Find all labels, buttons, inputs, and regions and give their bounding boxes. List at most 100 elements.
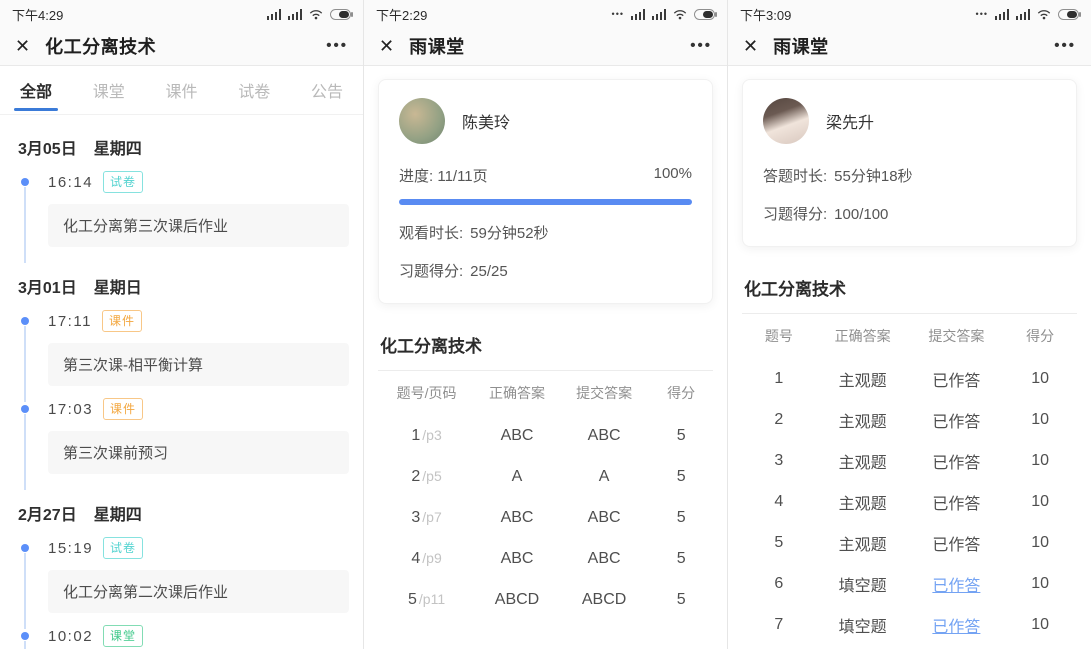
submitted-answer-cell: 已作答 [909,408,1003,432]
close-icon[interactable]: ✕ [15,37,30,55]
answered-link[interactable]: 已作答 [909,613,1003,637]
cellular-signal-icon [995,9,1009,20]
score-cell: 5 [649,427,713,445]
correct-answer-cell: ABCD [475,591,559,609]
page-title: 雨课堂 [773,33,1054,59]
score-cell: 10 [1003,452,1077,470]
student-row: 梁先升 [763,98,1056,144]
timeline-item-card[interactable]: 第三次课前预习 [48,431,349,474]
status-time: 下午3:09 [740,5,791,24]
question-num: 3 [742,452,816,470]
close-icon[interactable]: ✕ [743,37,758,55]
item-time: 10:02 [48,628,93,645]
question-type-cell: 主观题 [816,367,910,391]
timeline-item-card[interactable]: 第三次课-相平衡计算 [48,343,349,386]
stat-row: 观看时长: 59分钟52秒 [399,222,692,243]
date-header: 3月05日星期四 [18,135,349,159]
timeline-item: 15:19 试卷 化工分离第二次课后作业 [16,537,349,613]
col-header: 正确答案 [816,326,910,346]
submitted-answer-cell: ABCD [559,591,649,609]
cellular-signal-icon [267,9,281,20]
score-cell: 10 [1003,575,1077,593]
panel-video-report: 下午2:29 ••• ✕ 雨课堂 ••• 陈美玲 进度: 11 [363,0,727,649]
score-cell: 10 [1003,493,1077,511]
table-row: 5 主观题 已作答 10 [742,522,1077,563]
item-time: 17:03 [48,401,93,418]
correct-answer-cell: ABC [475,509,559,527]
tab-all[interactable]: 全部 [20,66,52,114]
question-page: /p11 [419,591,445,607]
timeline-item-card[interactable]: 化工分离第三次课后作业 [48,204,349,247]
tab-exam[interactable]: 试卷 [238,66,270,114]
question-num: 1 [411,427,420,444]
question-num: 2 [411,468,420,485]
item-type-badge: 课件 [102,310,142,332]
question-page: /p7 [422,509,441,525]
cellular-signal-icon [631,9,645,20]
battery-icon [330,9,351,20]
more-menu-icon[interactable]: ••• [690,37,712,54]
stat-row: 习题得分:25/25 [399,260,692,281]
col-header: 得分 [1003,326,1077,346]
question-num: 5 [408,591,417,608]
question-type-cell: 主观题 [816,408,910,432]
col-header: 题号/页码 [378,383,475,403]
table-row: 2 主观题 已作答 10 [742,399,1077,440]
question-num: 5 [742,534,816,552]
nav-bar: ✕ 雨课堂 ••• [364,26,727,65]
table-row: 5/p11 ABCD ABCD 5 [378,579,713,620]
col-header: 得分 [649,383,713,403]
student-row: 陈美玲 [399,98,692,144]
item-type-badge: 课堂 [103,625,143,647]
question-page: /p5 [422,468,441,484]
tab-announcement[interactable]: 公告 [311,66,343,114]
student-score-card: 梁先升 答题时长:55分钟18秒 习题得分:100/100 [742,79,1077,247]
weekday-label: 星期四 [94,507,142,524]
table-row: 4/p9 ABC ABC 5 [378,538,713,579]
section-title: 化工分离技术 [744,275,1075,300]
item-time: 15:19 [48,540,93,557]
stat-row: 答题时长:55分钟18秒 [763,165,1056,186]
avatar [399,98,445,144]
time-row: 10:02 课堂 [48,625,349,647]
timeline-item-card[interactable]: 化工分离第二次课后作业 [48,570,349,613]
panel-course-feed: 下午4:29 ✕ 化工分离技术 ••• 全部 课堂 课件 试卷 公告 3月05日… [0,0,363,649]
status-time: 下午4:29 [12,5,63,24]
avatar [763,98,809,144]
question-type-cell: 主观题 [816,449,910,473]
table-header: 题号/页码 正确答案 提交答案 得分 [378,371,713,415]
col-header: 正确答案 [475,383,559,403]
stat-value: 59分钟52秒 [470,225,548,242]
date-label: 3月05日 [18,141,77,158]
page-title: 雨课堂 [409,33,690,59]
battery-icon [1058,9,1079,20]
more-menu-icon[interactable]: ••• [1054,37,1076,54]
more-menu-icon[interactable]: ••• [326,37,348,54]
score-cell: 5 [649,591,713,609]
col-header: 提交答案 [559,383,649,403]
tab-courseware[interactable]: 课件 [165,66,197,114]
date-label: 3月01日 [18,280,77,297]
table-header: 题号 正确答案 提交答案 得分 [742,314,1077,358]
question-num: 7 [742,616,816,634]
col-header: 题号 [742,326,816,346]
stat-label: 观看时长: [399,225,463,242]
question-num: 6 [742,575,816,593]
score-cell: 10 [1003,411,1077,429]
question-num: 1 [742,370,816,388]
stat-label: 习题得分: [763,206,827,223]
wifi-icon [1037,9,1051,20]
close-icon[interactable]: ✕ [379,37,394,55]
answered-link[interactable]: 已作答 [909,572,1003,596]
nav-bar: ✕ 化工分离技术 ••• [0,26,363,65]
score-cell: 10 [1003,370,1077,388]
timeline-item: 17:11 课件 第三次课-相平衡计算 [16,310,349,386]
tab-classroom[interactable]: 课堂 [93,66,125,114]
question-num: 2 [742,411,816,429]
question-type-cell: 填空题 [816,572,910,596]
submitted-answer-cell: 已作答 [909,490,1003,514]
progress-row: 进度: 11/11页 100% [399,165,692,186]
status-time: 下午2:29 [376,5,427,24]
status-icons [267,9,351,20]
weekday-label: 星期日 [94,280,142,297]
